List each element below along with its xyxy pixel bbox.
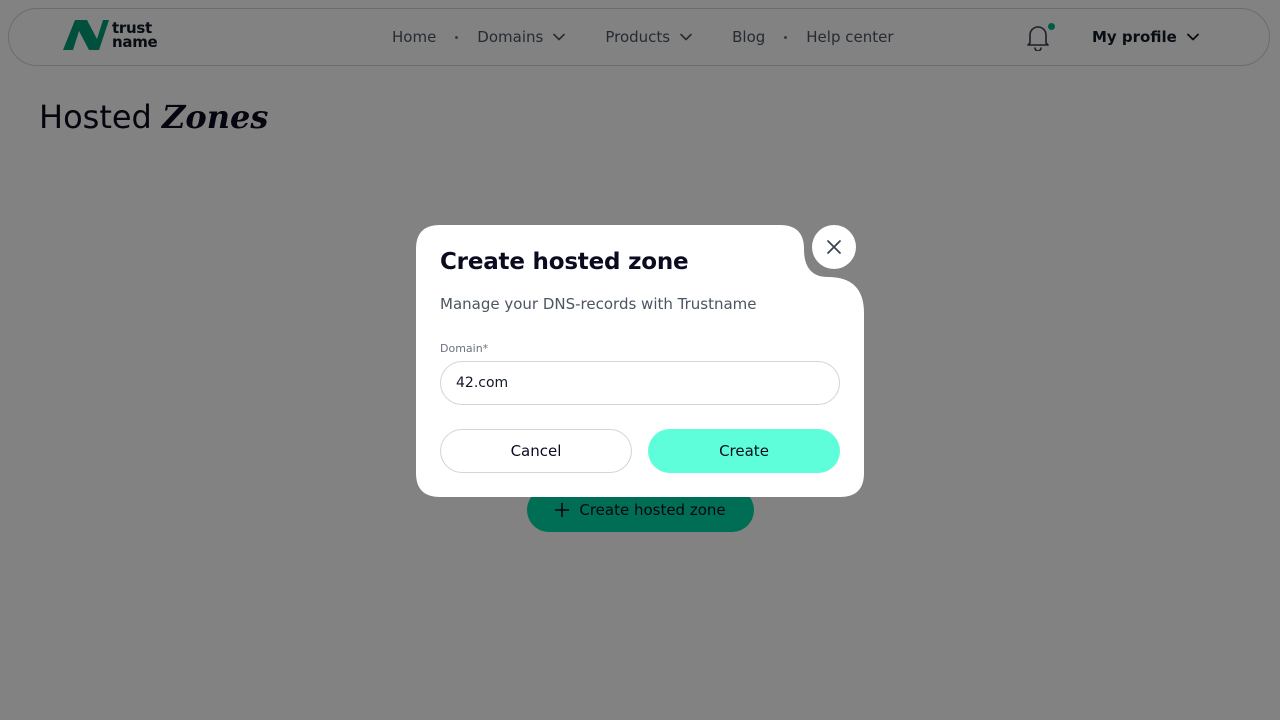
domain-input[interactable] — [440, 361, 840, 405]
close-icon — [827, 240, 841, 254]
modal-title: Create hosted zone — [440, 249, 689, 275]
create-button[interactable]: Create — [648, 429, 840, 473]
domain-field-label: Domain* — [440, 342, 489, 355]
cancel-button[interactable]: Cancel — [440, 429, 632, 473]
close-modal-button[interactable] — [812, 225, 856, 269]
modal-subtitle: Manage your DNS-records with Trustname — [440, 295, 757, 313]
create-hosted-zone-dialog: Create hosted zone Manage your DNS-recor… — [416, 225, 864, 497]
